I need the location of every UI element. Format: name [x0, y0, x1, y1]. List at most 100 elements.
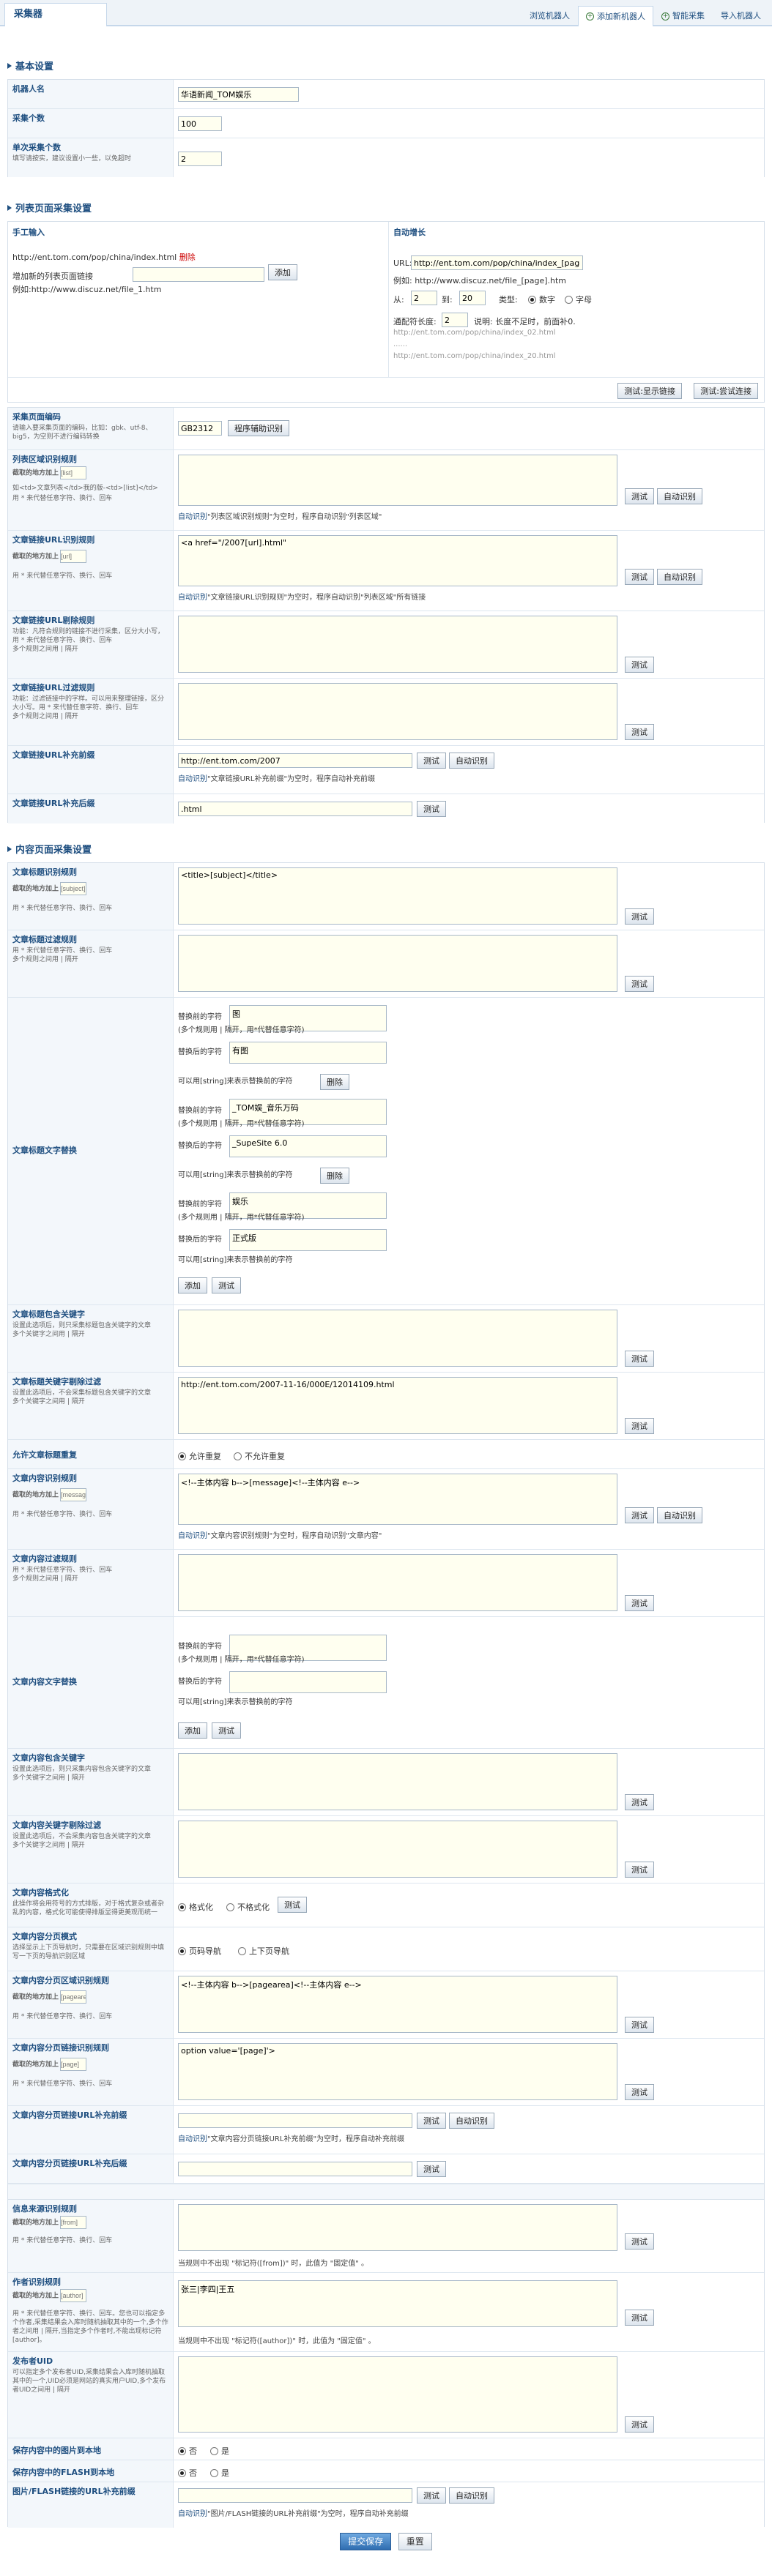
auto-from-input[interactable]	[411, 291, 437, 305]
title-filter-textarea[interactable]	[178, 935, 617, 992]
body-key-test-button[interactable]: 测试	[625, 1794, 654, 1810]
charset-input[interactable]	[178, 421, 222, 436]
uid-textarea[interactable]	[178, 2356, 617, 2433]
page-prefix-input[interactable]	[178, 2113, 412, 2128]
page-area-textarea[interactable]: <!--主体内容 b-->[pagearea]<!--主体内容 e-->	[178, 1976, 617, 2033]
link-prefix-input[interactable]	[178, 753, 412, 768]
page-area-test-button[interactable]: 测试	[625, 2017, 654, 2033]
format-off-radio[interactable]: 不格式化	[226, 1901, 270, 1913]
link-remove-textarea[interactable]	[178, 616, 617, 673]
page-link-test-button[interactable]: 测试	[625, 2084, 654, 2100]
author-rule-textarea[interactable]: 张三|李四|王五	[178, 2280, 617, 2327]
format-test-button[interactable]: 测试	[278, 1897, 307, 1913]
dup-deny-radio[interactable]: 不允许重复	[234, 1450, 285, 1462]
auto-pad-input[interactable]	[442, 313, 468, 327]
link-suffix-input[interactable]	[178, 802, 412, 816]
replace-delete-button[interactable]: 删除	[320, 1074, 349, 1090]
link-rule-textarea[interactable]: <a href="/2007[url].html"	[178, 535, 617, 586]
title-key-test-button[interactable]: 测试	[625, 1351, 654, 1367]
link-filter-test-button[interactable]: 测试	[625, 724, 654, 740]
body-filter-test-button[interactable]: 测试	[625, 1595, 654, 1611]
page-link-textarea[interactable]: option value='[page]'>	[178, 2043, 617, 2100]
body-rule-textarea[interactable]: <!--主体内容 b-->[message]<!--主体内容 e-->	[178, 1474, 617, 1525]
save-flash-yes-radio[interactable]: 是	[210, 2467, 229, 2479]
flash-prefix-input[interactable]	[178, 2488, 412, 2503]
title-nokey-test-button[interactable]: 测试	[625, 1418, 654, 1434]
replace-after-input[interactable]: _SupeSite 6.0	[229, 1135, 387, 1157]
body-replace-add-button[interactable]: 添加	[178, 1722, 207, 1739]
save-image-no-radio[interactable]: 否	[178, 2445, 197, 2457]
body-rule-auto-button[interactable]: 自动识别	[657, 1507, 702, 1523]
manual-url-delete[interactable]: 删除	[179, 253, 196, 262]
author-rule-test-button[interactable]: 测试	[625, 2310, 654, 2326]
per-count-input[interactable]	[178, 152, 222, 166]
title-replace-row: 文章标题文字替换 替换前的字符 图 (多个规则用 | 隔开，用*代替任意字符) …	[8, 998, 764, 1305]
auto-to-input[interactable]	[459, 291, 486, 305]
title-replace-panel: 替换前的字符 图 (多个规则用 | 隔开，用*代替任意字符) 替换后的字符 有图…	[174, 998, 764, 1304]
body-rule-test-button[interactable]: 测试	[625, 1507, 654, 1523]
submit-button[interactable]: 提交保存	[340, 2533, 392, 2550]
link-prefix-test-button[interactable]: 测试	[417, 753, 446, 769]
list-area-test-button[interactable]: 测试	[625, 488, 654, 504]
link-prefix-row: 文章链接URL补充前缀 测试 自动识别 自动识别"文章链接URL补充前缀"为空时…	[8, 746, 764, 794]
tab-add-robot[interactable]: + 添加新机器人	[578, 6, 653, 26]
add-list-url-button[interactable]: 添加	[268, 264, 297, 280]
page-suffix-test-button[interactable]: 测试	[417, 2161, 446, 2177]
title-rule-test-button[interactable]: 测试	[625, 908, 654, 925]
replace-after-input[interactable]: 正式版	[229, 1229, 387, 1251]
link-remove-test-button[interactable]: 测试	[625, 657, 654, 673]
title-filter-test-button[interactable]: 测试	[625, 976, 654, 992]
auto-increment-panel: 自动增长 URL: 例如: http://www.discuz.net/file…	[389, 222, 764, 377]
title-rule-textarea[interactable]: <title>[subject]</title>	[178, 867, 617, 925]
type-number-radio[interactable]: 数字	[528, 294, 555, 305]
page-prefix-test-button[interactable]: 测试	[417, 2113, 446, 2129]
body-filter-textarea[interactable]	[178, 1554, 617, 1611]
charset-detect-button[interactable]: 程序辅助识别	[228, 420, 289, 436]
section-content: 内容页面采集设置	[7, 843, 765, 858]
flash-prefix-test-button[interactable]: 测试	[417, 2487, 446, 2504]
uid-test-button[interactable]: 测试	[625, 2416, 654, 2433]
format-on-radio[interactable]: 格式化	[178, 1901, 213, 1913]
title-key-textarea[interactable]	[178, 1310, 617, 1367]
title-replace-add-button[interactable]: 添加	[178, 1277, 207, 1293]
link-rule-auto-button[interactable]: 自动识别	[657, 569, 702, 585]
body-replace-test-button[interactable]: 测试	[212, 1722, 241, 1739]
tab-browse-robots[interactable]: 浏览机器人	[522, 6, 578, 26]
body-key-textarea[interactable]	[178, 1753, 617, 1810]
add-list-url-input[interactable]	[133, 267, 264, 282]
charset-row: 采集页面编码 请输入要采集页面的编码，比如：gbk、utf-8、big5，为空则不…	[8, 408, 764, 450]
page-prefix-auto-button[interactable]: 自动识别	[449, 2113, 494, 2129]
show-links-button[interactable]: 测试:显示链接	[617, 383, 682, 399]
flash-prefix-auto-button[interactable]: 自动识别	[449, 2487, 494, 2504]
save-image-yes-radio[interactable]: 是	[210, 2445, 229, 2457]
body-nokey-test-button[interactable]: 测试	[625, 1862, 654, 1878]
meta-rules-table: 信息来源识别规则 截取的地方加上 用 * 来代替任意字符、换行、回车 测试 当规…	[7, 2199, 765, 2528]
page-prevnext-radio[interactable]: 上下页导航	[238, 1945, 289, 1957]
source-rule-textarea[interactable]	[178, 2204, 617, 2251]
link-rule-test-button[interactable]: 测试	[625, 569, 654, 585]
list-area-auto-button[interactable]: 自动识别	[657, 488, 702, 504]
title-nokey-textarea[interactable]: http://ent.tom.com/2007-11-16/000E/12014…	[178, 1377, 617, 1434]
list-area-textarea[interactable]	[178, 455, 617, 506]
body-nokey-textarea[interactable]	[178, 1821, 617, 1878]
save-flash-no-radio[interactable]: 否	[178, 2467, 197, 2479]
reset-button[interactable]: 重置	[398, 2533, 432, 2550]
try-connect-button[interactable]: 测试:尝试连接	[694, 383, 758, 399]
dup-allow-radio[interactable]: 允许重复	[178, 1450, 221, 1462]
collect-count-input[interactable]	[178, 116, 222, 131]
tab-import-robot[interactable]: 导入机器人	[713, 6, 769, 26]
auto-url-input[interactable]	[411, 255, 583, 270]
link-suffix-test-button[interactable]: 测试	[417, 801, 446, 817]
link-filter-textarea[interactable]	[178, 683, 617, 740]
source-rule-test-button[interactable]: 测试	[625, 2233, 654, 2250]
replace-delete-button[interactable]: 删除	[320, 1168, 349, 1184]
replace-after-input[interactable]: 有图	[229, 1042, 387, 1064]
body-replace-after-input[interactable]	[229, 1671, 387, 1693]
type-letter-radio[interactable]: 字母	[565, 294, 592, 305]
tab-smart-collect[interactable]: + 智能采集	[653, 6, 713, 26]
link-prefix-auto-button[interactable]: 自动识别	[449, 753, 494, 769]
title-replace-test-button[interactable]: 测试	[212, 1277, 241, 1293]
page-number-radio[interactable]: 页码导航	[178, 1945, 221, 1957]
page-suffix-input[interactable]	[178, 2162, 412, 2176]
robot-name-input[interactable]	[178, 87, 299, 102]
